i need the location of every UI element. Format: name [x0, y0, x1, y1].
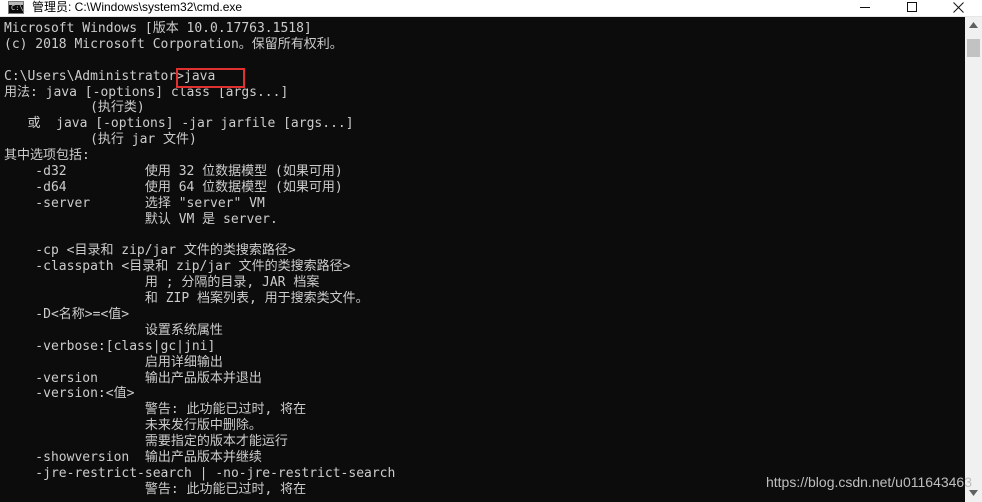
console-line: (执行 jar 文件) — [4, 132, 197, 148]
console-line: 未来发行版中删除。 — [4, 418, 262, 434]
window-title: 管理员: C:\Windows\system32\cmd.exe — [32, 0, 243, 14]
maximize-icon — [907, 2, 917, 12]
console-line: -server 选择 "server" VM — [4, 195, 265, 211]
console-line: 需要指定的版本才能运行 — [4, 434, 288, 450]
close-button[interactable] — [935, 0, 981, 16]
console-line: 默认 VM 是 server. — [4, 211, 278, 227]
minimize-button[interactable] — [842, 0, 888, 16]
scroll-up-arrow-icon — [969, 22, 978, 28]
watermark-text: https://blog.csdn.net/u011643463 — [765, 474, 972, 490]
console-line: 或 java [-options] -jar jarfile [args...] — [4, 116, 354, 132]
minimize-icon — [860, 7, 870, 8]
vertical-scrollbar[interactable] — [965, 17, 982, 502]
console-line: -d32 使用 32 位数据模型 (如果可用) — [4, 164, 343, 180]
scroll-down-arrow-icon — [969, 490, 978, 496]
console-line: -verbose:[class|gc|jni] — [4, 338, 216, 354]
console-line: (c) 2018 Microsoft Corporation。保留所有权利。 — [4, 36, 343, 52]
console-line: 用 ; 分隔的目录, JAR 档案 — [4, 275, 320, 291]
console-line: 警告: 此功能已过时, 将在 — [4, 402, 307, 418]
console-line: 其中选项包括: — [4, 148, 90, 164]
maximize-button[interactable] — [889, 0, 935, 16]
console-line: -showversion 输出产品版本并继续 — [4, 450, 262, 466]
console-line: Microsoft Windows [版本 10.0.17763.1518] — [4, 21, 312, 36]
command-highlight-box — [176, 68, 245, 88]
console-line: (执行类) — [4, 100, 145, 116]
cmd-icon-glyph: C:\_ — [11, 4, 28, 12]
console-line: 设置系统属性 — [4, 322, 223, 338]
console-line: -version:<值> — [4, 386, 135, 402]
console-area[interactable]: Microsoft Windows [版本 10.0.17763.1518] (c… — [0, 17, 965, 502]
console-line: 启用详细输出 — [4, 354, 223, 370]
console-line: -classpath <目录和 zip/jar 文件的类搜索路径> — [4, 259, 351, 275]
console-line: -jre-restrict-search | -no-jre-restrict-… — [4, 465, 396, 481]
scroll-up-button[interactable] — [965, 17, 982, 34]
cmd-window: C:\_ 管理员: C:\Windows\system32\cmd.exe Mi… — [0, 0, 982, 502]
console-line: 警告: 此功能已过时, 将在 — [4, 481, 307, 497]
console-output: Microsoft Windows [版本 10.0.17763.1518] (c… — [4, 21, 395, 498]
console-line: -D<名称>=<值> — [4, 307, 130, 323]
cmd-icon[interactable]: C:\_ — [8, 1, 28, 14]
title-bar[interactable]: C:\_ 管理员: C:\Windows\system32\cmd.exe — [0, 0, 982, 17]
console-line: 和 ZIP 档案列表, 用于搜索类文件。 — [4, 291, 369, 307]
scroll-thumb[interactable] — [967, 39, 980, 57]
console-line: -version 输出产品版本并退出 — [4, 370, 262, 386]
close-icon — [953, 2, 964, 13]
console-line: -cp <目录和 zip/jar 文件的类搜索路径> — [4, 243, 296, 259]
console-line: -d64 使用 64 位数据模型 (如果可用) — [4, 179, 343, 195]
